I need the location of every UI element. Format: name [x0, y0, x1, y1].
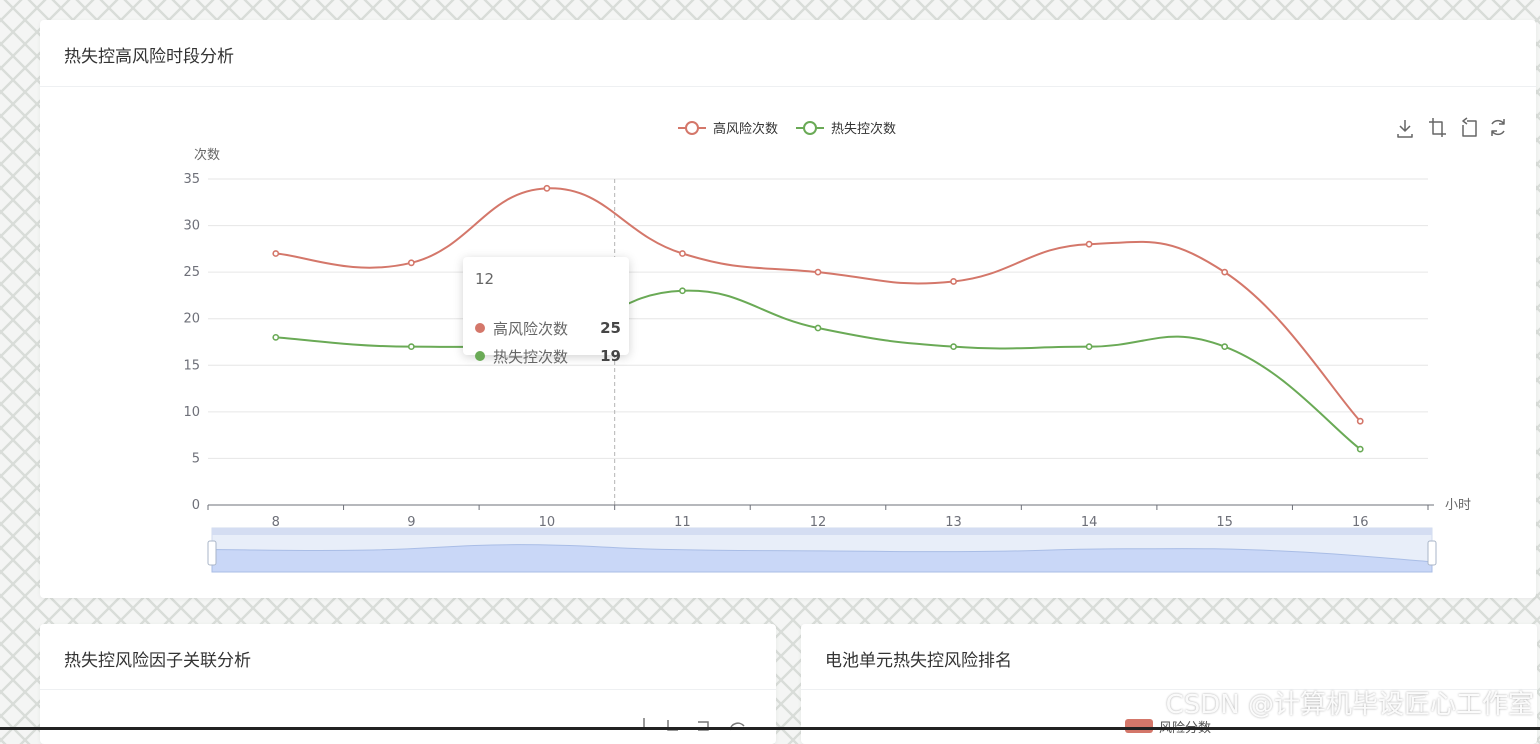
series-dot-icon	[475, 323, 485, 333]
tooltip-series-value: 25	[600, 319, 621, 337]
legend-swatch[interactable]	[1125, 719, 1153, 733]
panel-title: 电池单元热失控风险排名	[825, 651, 1012, 671]
tooltip-series-name: 高风险次数	[493, 319, 569, 338]
factor-correlation-card: 热失控风险因子关联分析	[40, 624, 776, 744]
card-divider	[40, 86, 1536, 87]
watermark: CSDN @计算机毕设匠心工作室	[1165, 690, 1534, 720]
page-title: 热失控高风险时段分析	[64, 47, 234, 67]
tooltip-series-value: 19	[600, 347, 621, 365]
main-chart-card: 热失控高风险时段分析	[40, 20, 1536, 598]
tooltip-series-name: 热失控次数	[493, 347, 569, 366]
tooltip-row: 热失控次数 19	[475, 345, 621, 367]
chart-tooltip: 12 高风险次数 25 热失控次数 19	[463, 257, 629, 366]
series-dot-icon	[475, 351, 485, 361]
panel-title: 热失控风险因子关联分析	[64, 651, 251, 671]
card-divider	[40, 689, 776, 690]
tooltip-row: 高风险次数 25	[475, 317, 621, 339]
tooltip-header: 12	[475, 270, 495, 288]
